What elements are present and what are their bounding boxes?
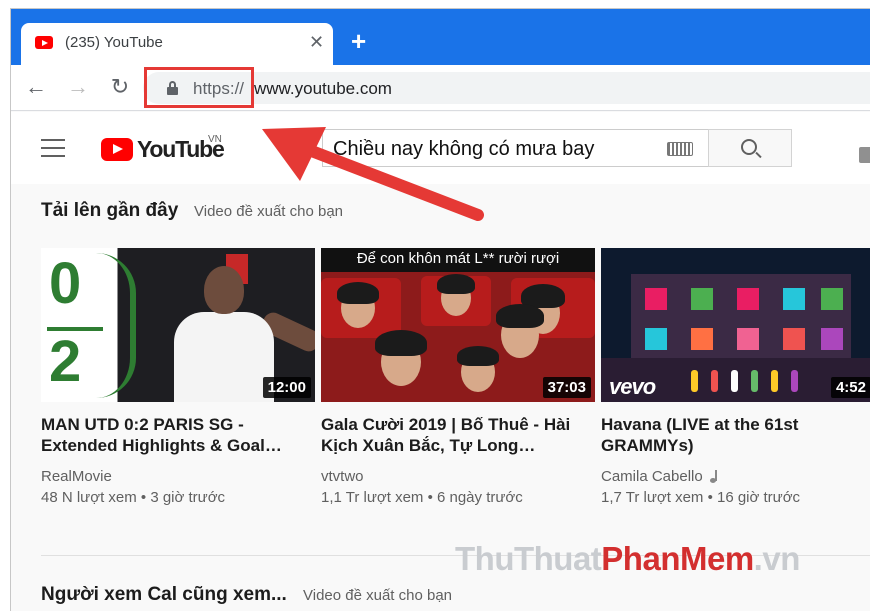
vevo-logo: vevo xyxy=(609,374,656,399)
annotation-arrow-icon xyxy=(262,127,484,221)
video-meta: 1,1 Tr lượt xem • 6 ngày trước xyxy=(321,489,523,506)
duration-badge: 37:03 xyxy=(542,377,591,398)
duration-badge: 12:00 xyxy=(262,377,311,398)
tab-youtube[interactable]: (235) YouTube ✕ xyxy=(21,23,333,65)
url-host: www.youtube.com xyxy=(254,79,392,98)
video-card[interactable]: Để con khôn mát L** rười rượi 37:03 Gala… xyxy=(321,248,595,506)
channel-name[interactable]: vtvtwo xyxy=(321,468,595,485)
browser-window: (235) YouTube ✕ + ← → ↻ https:// www.you… xyxy=(10,8,870,611)
score-digit: 2 xyxy=(49,329,82,394)
thumbnail-caption: Để con khôn mát L** rười rượi xyxy=(321,248,595,272)
video-meta: 48 N lượt xem • 3 giờ trước xyxy=(41,489,226,506)
create-video-icon[interactable] xyxy=(859,147,870,163)
music-note-icon xyxy=(709,470,717,483)
video-meta: 1,7 Tr lượt xem • 16 giờ trước xyxy=(601,489,801,506)
section-title[interactable]: Tải lên gần đây xyxy=(41,200,178,222)
menu-icon[interactable] xyxy=(41,139,65,157)
video-title[interactable]: MAN UTD 0:2 PARIS SG - Extended Highligh… xyxy=(41,414,315,456)
duration-badge: 4:52 xyxy=(830,377,870,398)
search-icon xyxy=(741,139,757,155)
watermark-logo: ThuThuatPhanMem.vn xyxy=(455,540,800,577)
video-card[interactable]: vevo 4:52 Havana (LIVE at the 61st GRAMM… xyxy=(601,248,870,506)
tab-strip: (235) YouTube ✕ + xyxy=(11,9,870,65)
reload-icon[interactable]: ↻ xyxy=(107,75,133,101)
section-title[interactable]: Người xem Cal cũng xem... xyxy=(41,584,287,606)
logo-country-code: VN xyxy=(208,134,222,145)
keyboard-icon[interactable] xyxy=(667,142,693,156)
video-thumbnail[interactable]: vevo 4:52 xyxy=(601,248,870,402)
player-figure xyxy=(166,266,315,402)
video-thumbnail[interactable]: 0 2 12:00 xyxy=(41,248,315,402)
back-arrow-icon[interactable]: ← xyxy=(23,75,49,101)
channel-name[interactable]: RealMovie xyxy=(41,468,315,485)
channel-name[interactable]: Camila Cabello xyxy=(601,468,870,485)
video-thumbnail[interactable]: Để con khôn mát L** rười rượi 37:03 xyxy=(321,248,595,402)
video-title[interactable]: Havana (LIVE at the 61st GRAMMYs) xyxy=(601,414,870,456)
score-digit: 0 xyxy=(49,251,82,316)
browser-toolbar: ← → ↻ https:// www.youtube.com xyxy=(11,65,870,111)
section-subtitle: Video đề xuất cho bạn xyxy=(303,587,453,604)
close-icon[interactable]: ✕ xyxy=(309,32,324,52)
forward-arrow-icon[interactable]: → xyxy=(65,75,91,101)
youtube-play-icon xyxy=(101,138,133,161)
youtube-favicon-icon xyxy=(35,36,53,49)
search-button[interactable] xyxy=(708,129,792,167)
https-highlight-box xyxy=(144,67,254,108)
video-title[interactable]: Gala Cười 2019 | Bố Thuê - Hài Kịch Xuân… xyxy=(321,414,595,456)
video-card[interactable]: 0 2 12:00 MAN UTD 0:2 PARIS SG - Extende… xyxy=(41,248,315,506)
tab-title: (235) YouTube xyxy=(65,34,163,51)
new-tab-icon[interactable]: + xyxy=(351,27,366,55)
